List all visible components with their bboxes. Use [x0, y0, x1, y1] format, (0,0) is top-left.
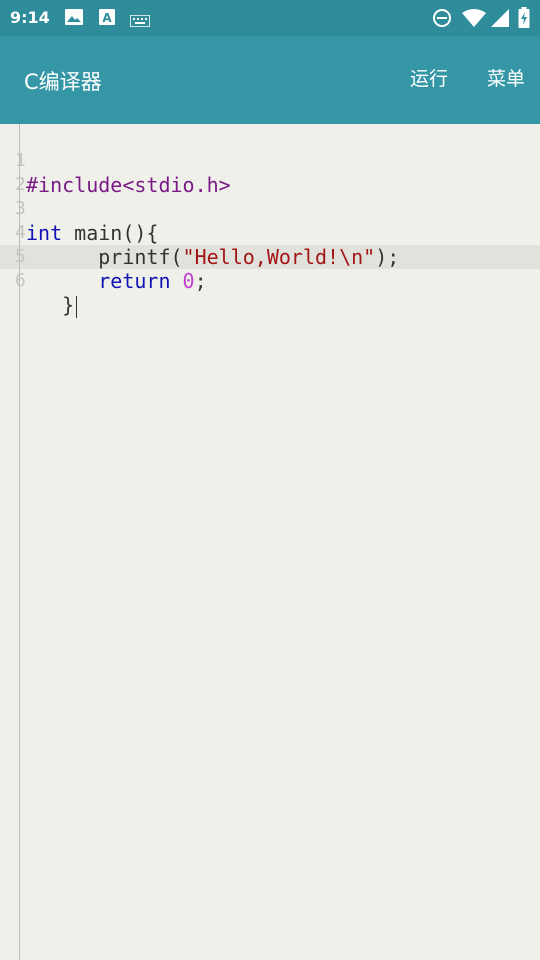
- font-a-icon: A: [98, 8, 116, 30]
- line-number: 6: [15, 270, 26, 291]
- run-button[interactable]: 运行: [410, 64, 448, 91]
- text-cursor: [76, 295, 78, 318]
- keyword-return: return: [98, 269, 171, 293]
- code-line[interactable]: 1 #include<stdio.h>: [0, 125, 540, 197]
- status-bar: 9:14 A: [0, 0, 540, 36]
- image-icon: [64, 8, 84, 30]
- code-line[interactable]: 5 return 0;: [0, 221, 540, 293]
- code-text: }: [26, 293, 75, 317]
- code-line[interactable]: 6 }: [0, 245, 540, 318]
- do-not-disturb-icon: [432, 8, 452, 32]
- wifi-icon: [462, 8, 486, 32]
- number-literal: 0: [182, 269, 195, 293]
- menu-button[interactable]: 菜单: [487, 64, 525, 91]
- app-title: C编译器: [24, 70, 102, 94]
- svg-text:A: A: [102, 11, 112, 25]
- code-line[interactable]: 2: [0, 149, 540, 195]
- app-bar: C编译器 运行 菜单: [0, 36, 540, 124]
- status-time: 9:14: [10, 8, 50, 27]
- signal-icon: [490, 8, 510, 32]
- code-text: ;: [194, 269, 207, 293]
- code-line[interactable]: 3 int main(){: [0, 173, 540, 245]
- code-line[interactable]: 4 printf("Hello,World!\n");: [0, 197, 540, 269]
- battery-charging-icon: [518, 7, 530, 33]
- code-editor[interactable]: 1 #include<stdio.h> 2 3 int main(){ 4 pr…: [0, 124, 540, 960]
- keyboard-icon: [129, 12, 151, 31]
